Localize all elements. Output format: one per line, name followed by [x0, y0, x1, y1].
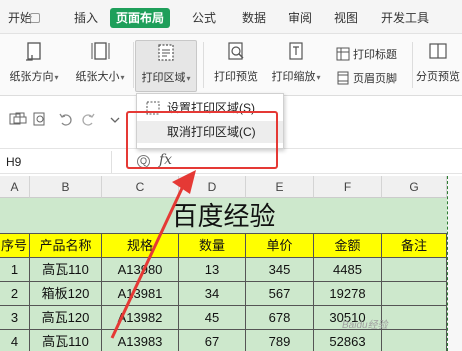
- table-cell[interactable]: 2: [0, 282, 30, 306]
- header-cell[interactable]: 金额: [314, 234, 382, 258]
- print-titles-icon: [336, 47, 350, 61]
- table-cell[interactable]: 52863: [314, 330, 382, 351]
- table-cell[interactable]: 高瓦120: [30, 306, 102, 330]
- table-cell[interactable]: 45: [179, 306, 246, 330]
- table-cell[interactable]: 高瓦110: [30, 258, 102, 282]
- chevron-down-icon: ▾: [54, 72, 59, 82]
- paper-size-button[interactable]: 纸张大小▾: [70, 40, 130, 92]
- ribbon-page-layout: 纸张方向▾ 纸张大小▾ 打印区域▾ 打印预览 打印缩放▾ 打印标题 页眉页脚 分…: [0, 34, 462, 96]
- header-footer-icon: [337, 71, 349, 85]
- chevron-down-icon: ▾: [316, 72, 321, 82]
- table-cell[interactable]: 13: [179, 258, 246, 282]
- print-titles-button[interactable]: 打印标题: [336, 46, 397, 64]
- paper-direction-label: 纸张方向: [9, 71, 54, 83]
- tab-separator-icon: [30, 13, 40, 23]
- page-break-preview-label: 分页预览: [416, 71, 460, 83]
- table-cell[interactable]: 345: [246, 258, 314, 282]
- header-cell[interactable]: 单价: [246, 234, 314, 258]
- print-area-label: 打印区域: [141, 72, 186, 84]
- print-preview-small-icon[interactable]: [33, 112, 47, 126]
- header-cell[interactable]: 规格: [102, 234, 179, 258]
- print-titles-label: 打印标题: [353, 49, 397, 61]
- print-preview-button[interactable]: 打印预览: [210, 40, 262, 92]
- table-cell[interactable]: 箱板120: [30, 282, 102, 306]
- print-scale-label: 打印缩放: [271, 71, 316, 83]
- header-footer-button[interactable]: 页眉页脚: [336, 70, 397, 88]
- ribbon-divider: [133, 42, 134, 88]
- table-cell[interactable]: A13983: [102, 330, 179, 351]
- tab-page-layout[interactable]: 页面布局: [110, 8, 171, 28]
- print-scale-button[interactable]: 打印缩放▾: [266, 40, 326, 92]
- print-icon[interactable]: [13, 112, 27, 126]
- table-cell[interactable]: A13982: [102, 306, 179, 330]
- print-scale-icon: [285, 40, 307, 64]
- watermark: Baidu经验: [342, 320, 388, 331]
- table-cell[interactable]: [382, 258, 447, 282]
- header-cell[interactable]: 备注: [382, 234, 447, 258]
- ribbon-divider: [412, 42, 413, 88]
- table-cell[interactable]: [382, 306, 447, 330]
- redo-icon[interactable]: [82, 112, 96, 126]
- column-header-b[interactable]: B: [30, 176, 102, 198]
- name-box[interactable]: H9: [0, 151, 112, 173]
- column-header-a[interactable]: A: [0, 176, 30, 198]
- page-break-preview-icon: [427, 40, 449, 64]
- chevron-down-icon: ▾: [186, 73, 191, 83]
- table-cell[interactable]: A13981: [102, 282, 179, 306]
- column-header-d[interactable]: D: [179, 176, 246, 198]
- column-header-f[interactable]: F: [314, 176, 382, 198]
- table-cell[interactable]: [382, 330, 447, 351]
- undo-icon[interactable]: [58, 112, 72, 126]
- table-cell[interactable]: 678: [246, 306, 314, 330]
- highlight-box: [126, 111, 278, 169]
- header-footer-label: 页眉页脚: [353, 73, 397, 85]
- header-cell[interactable]: 产品名称: [30, 234, 102, 258]
- ribbon-divider: [203, 42, 204, 88]
- header-cell[interactable]: 数量: [179, 234, 246, 258]
- customize-toolbar-icon[interactable]: [108, 112, 122, 126]
- header-cell[interactable]: 序号: [0, 234, 30, 258]
- table-cell[interactable]: 789: [246, 330, 314, 351]
- tab-data[interactable]: 数据: [242, 8, 266, 28]
- tab-developer[interactable]: 开发工具: [381, 8, 429, 28]
- table-cell[interactable]: 34: [179, 282, 246, 306]
- print-area-button[interactable]: 打印区域▾: [135, 40, 197, 92]
- table-cell[interactable]: 67: [179, 330, 246, 351]
- tab-view[interactable]: 视图: [334, 8, 358, 28]
- column-header-e[interactable]: E: [246, 176, 314, 198]
- tab-formulas[interactable]: 公式: [192, 8, 216, 28]
- column-header-c[interactable]: C: [102, 176, 179, 198]
- print-area-boundary: [447, 176, 462, 351]
- paper-orientation-icon: [23, 40, 45, 64]
- tab-review[interactable]: 审阅: [288, 8, 312, 28]
- tab-home[interactable]: 开始: [8, 8, 32, 28]
- print-preview-label: 打印预览: [214, 71, 258, 83]
- paper-direction-button[interactable]: 纸张方向▾: [4, 40, 64, 92]
- column-header-g[interactable]: G: [382, 176, 447, 198]
- table-cell[interactable]: 高瓦110: [30, 330, 102, 351]
- tab-insert[interactable]: 插入: [74, 8, 98, 28]
- page-break-preview-button[interactable]: 分页预览: [414, 40, 462, 92]
- table-cell[interactable]: A13980: [102, 258, 179, 282]
- paper-size-icon: [89, 40, 111, 64]
- table-cell[interactable]: 4: [0, 330, 30, 351]
- table-cell[interactable]: 567: [246, 282, 314, 306]
- table-cell[interactable]: [382, 282, 447, 306]
- ribbon-tab-bar: 开始 插入 页面布局 公式 数据 审阅 视图 开发工具: [0, 0, 462, 34]
- table-cell[interactable]: 4485: [314, 258, 382, 282]
- table-cell[interactable]: 3: [0, 306, 30, 330]
- sheet-title[interactable]: 百度经验: [0, 198, 447, 234]
- print-preview-icon: [225, 40, 247, 64]
- table-cell[interactable]: 1: [0, 258, 30, 282]
- chevron-down-icon: ▾: [120, 72, 125, 82]
- paper-size-label: 纸张大小: [75, 71, 120, 83]
- print-area-icon: [155, 41, 177, 65]
- table-cell[interactable]: 19278: [314, 282, 382, 306]
